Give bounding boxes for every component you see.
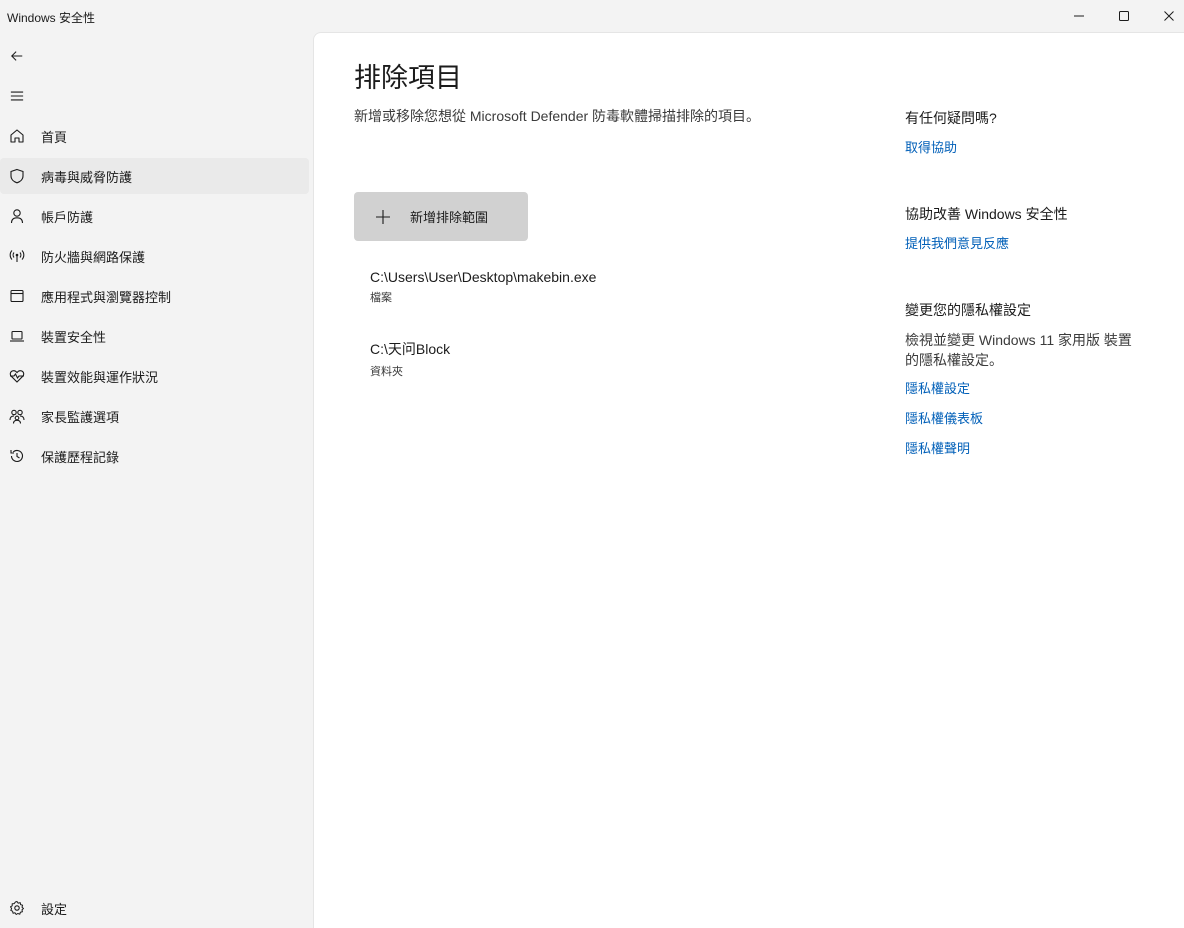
- plus-icon: [374, 208, 392, 226]
- sidebar-item-settings[interactable]: 設定: [0, 890, 309, 926]
- sidebar-item-label: 帳戶防護: [41, 209, 94, 225]
- feedback-section: 協助改善 Windows 安全性 提供我們意見反應: [905, 204, 1145, 252]
- sidebar-item-label: 保護歷程記錄: [41, 449, 120, 465]
- help-heading: 有任何疑問嗎?: [905, 110, 997, 126]
- home-icon: [0, 128, 34, 144]
- exclusion-path: C:\天问Block: [370, 341, 451, 357]
- exclusion-type: 資料夾: [370, 366, 403, 378]
- sidebar-item-virus-protection[interactable]: 病毒與威脅防護: [0, 158, 309, 194]
- exclusion-item[interactable]: C:\天问Block 資料夾: [370, 339, 450, 379]
- hamburger-menu-button[interactable]: [4, 84, 30, 108]
- sidebar-item-label: 應用程式與瀏覽器控制: [41, 289, 172, 305]
- minimize-button[interactable]: [1056, 0, 1102, 32]
- title-bar: Windows 安全性: [0, 0, 1184, 32]
- sidebar-item-device-performance[interactable]: 裝置效能與運作狀況: [0, 358, 309, 394]
- privacy-dashboard-link[interactable]: 隱私權儀表板: [905, 408, 1145, 427]
- privacy-section: 變更您的隱私權設定 檢視並變更 Windows 11 家用版 裝置的隱私權設定。…: [905, 300, 1145, 457]
- sidebar: 首頁 病毒與威脅防護 帳戶防護 防火牆與網路保護 應用程式與瀏覽器控制 裝置安全…: [0, 32, 313, 928]
- maximize-button[interactable]: [1101, 0, 1147, 32]
- sidebar-item-label: 首頁: [41, 129, 68, 145]
- exclusion-type: 檔案: [370, 292, 392, 304]
- help-section: 有任何疑問嗎? 取得協助: [905, 108, 1145, 156]
- get-help-link[interactable]: 取得協助: [905, 137, 1145, 156]
- shield-icon: [0, 168, 34, 184]
- privacy-statement-link[interactable]: 隱私權聲明: [905, 438, 1145, 457]
- close-button[interactable]: [1146, 0, 1184, 32]
- sidebar-item-device-security[interactable]: 裝置安全性: [0, 318, 309, 354]
- back-button[interactable]: [4, 44, 30, 68]
- give-feedback-link[interactable]: 提供我們意見反應: [905, 233, 1145, 252]
- exclusion-path: C:\Users\User\Desktop\makebin.exe: [370, 269, 597, 285]
- add-exclusion-label: 新增排除範圍: [410, 210, 489, 225]
- privacy-settings-link[interactable]: 隱私權設定: [905, 378, 1145, 397]
- page-title: 排除項目: [354, 63, 462, 93]
- maximize-icon: [1119, 11, 1129, 21]
- family-icon: [0, 408, 34, 424]
- content-panel: 排除項目 新增或移除您想從 Microsoft Defender 防毒軟體掃描排…: [313, 32, 1184, 928]
- sidebar-item-family-options[interactable]: 家長監護選項: [0, 398, 309, 434]
- antenna-icon: [0, 248, 34, 264]
- hamburger-icon: [10, 91, 24, 101]
- laptop-icon: [0, 328, 34, 344]
- history-icon: [0, 448, 34, 464]
- add-exclusion-button[interactable]: 新增排除範圍: [354, 192, 528, 241]
- sidebar-item-label: 病毒與威脅防護: [41, 169, 133, 185]
- gear-icon: [0, 900, 34, 916]
- sidebar-item-label: 裝置效能與運作狀況: [41, 369, 159, 385]
- sidebar-item-protection-history[interactable]: 保護歷程記錄: [0, 438, 309, 474]
- close-icon: [1164, 11, 1174, 21]
- sidebar-item-label: 防火牆與網路保護: [41, 249, 146, 265]
- exclusion-item[interactable]: C:\Users\User\Desktop\makebin.exe 檔案: [370, 269, 596, 305]
- back-arrow-icon: [11, 51, 23, 61]
- sidebar-item-home[interactable]: 首頁: [0, 118, 309, 154]
- sidebar-item-app-browser-control[interactable]: 應用程式與瀏覽器控制: [0, 278, 309, 314]
- sidebar-item-label: 裝置安全性: [41, 329, 107, 345]
- person-icon: [0, 208, 34, 224]
- sidebar-item-account-protection[interactable]: 帳戶防護: [0, 198, 309, 234]
- window-title: Windows 安全性: [7, 11, 96, 25]
- privacy-description: 檢視並變更 Windows 11 家用版 裝置的隱私權設定。: [905, 332, 1132, 368]
- sidebar-item-firewall[interactable]: 防火牆與網路保護: [0, 238, 309, 274]
- app-window-icon: [0, 288, 34, 304]
- heart-pulse-icon: [0, 368, 34, 384]
- privacy-heading: 變更您的隱私權設定: [905, 302, 1031, 318]
- sidebar-item-label: 家長監護選項: [41, 409, 120, 425]
- feedback-heading: 協助改善 Windows 安全性: [905, 206, 1068, 222]
- page-description: 新增或移除您想從 Microsoft Defender 防毒軟體掃描排除的項目。: [354, 108, 761, 124]
- sidebar-item-label: 設定: [41, 901, 68, 917]
- minimize-icon: [1074, 15, 1084, 17]
